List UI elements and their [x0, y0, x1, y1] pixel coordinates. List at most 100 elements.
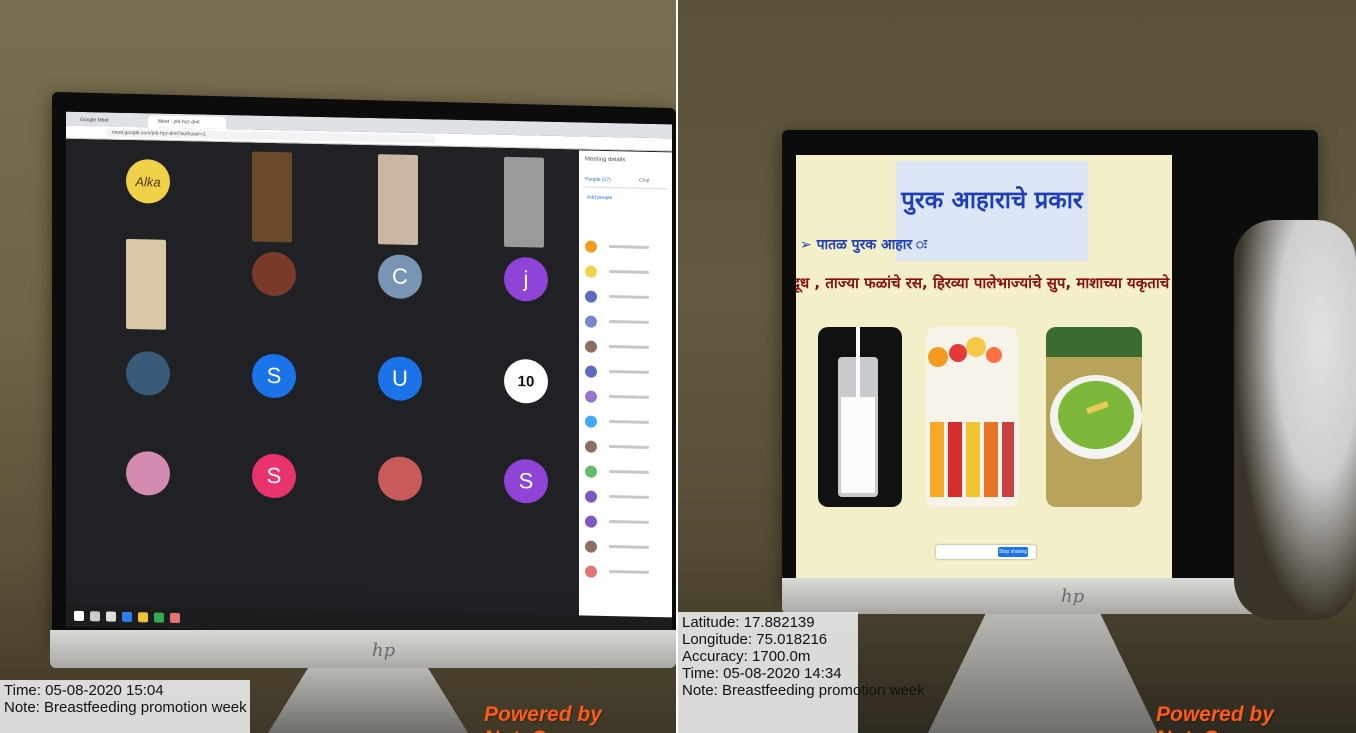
participant-tile[interactable]	[504, 156, 544, 248]
tab-chat[interactable]: Chat	[639, 178, 650, 184]
left-monitor-chin	[50, 630, 676, 668]
file-explorer-icon[interactable]	[138, 612, 148, 623]
left-photo: Google Meet Meet - jnb-hyz-dmt meet.goog…	[0, 0, 676, 733]
participant-tile[interactable]: S	[252, 453, 296, 499]
avatar	[585, 340, 597, 353]
monitor-stand-right	[928, 614, 1158, 733]
accuracy-text: Accuracy: 1700.0m	[682, 648, 811, 665]
avatar	[585, 240, 597, 253]
participant-tile[interactable]: U	[378, 356, 422, 402]
participant-name	[609, 395, 649, 399]
participant-name	[609, 445, 649, 449]
presentation-slide: पुरक आहाराचे प्रकार ➢ पातळ पुरक आहार ः द…	[796, 155, 1172, 585]
participant-name	[609, 520, 649, 524]
participant-name	[609, 570, 649, 574]
participant-tile[interactable]	[378, 154, 418, 246]
people-list-item[interactable]	[585, 239, 669, 259]
avatar	[585, 515, 597, 528]
panel-tabs: People (17) Chat	[583, 176, 668, 190]
start-icon[interactable]	[74, 610, 84, 622]
participant-name	[609, 420, 649, 424]
notecam-location-box: Latitude: 17.882139 Longitude: 75.018216…	[678, 612, 925, 733]
people-list-item[interactable]	[585, 414, 669, 434]
stop-sharing-button[interactable]: Stop sharing	[998, 547, 1028, 557]
participant-name	[609, 370, 649, 374]
search-icon[interactable]	[90, 611, 100, 622]
participant-name	[609, 545, 649, 549]
participant-name	[609, 470, 649, 474]
participant-tile[interactable]: C	[378, 254, 422, 300]
slide-title: पुरक आहाराचे प्रकार	[901, 186, 1083, 214]
screen-share-bar: Stop sharing	[936, 545, 1036, 559]
green-soup-image	[1046, 327, 1142, 507]
participant-tile[interactable]	[126, 350, 170, 396]
people-list-item[interactable]	[585, 314, 669, 334]
tab-people[interactable]: People (17)	[585, 177, 611, 184]
avatar	[585, 540, 597, 553]
avatar	[585, 390, 597, 403]
latitude-text: Latitude: 17.882139	[682, 614, 815, 631]
avatar	[585, 490, 597, 503]
avatar	[585, 365, 597, 378]
people-list-item[interactable]	[585, 439, 669, 459]
chrome-icon[interactable]	[154, 612, 164, 623]
note-text-right: Note: Breastfeeding promotion week	[682, 682, 925, 699]
avatar	[585, 290, 597, 303]
stuffed-toy	[1234, 220, 1356, 620]
people-list-item[interactable]	[585, 489, 669, 509]
monitor-stand	[268, 668, 468, 733]
participant-name	[609, 320, 649, 324]
note-text: Note: Breastfeeding promotion week	[4, 699, 247, 716]
people-list-item[interactable]	[585, 389, 669, 409]
edge-icon[interactable]	[122, 611, 132, 623]
add-people-button[interactable]: Add people	[587, 195, 612, 202]
people-list-item[interactable]	[585, 539, 669, 559]
participant-tile[interactable]	[252, 151, 292, 243]
participant-tile[interactable]: Alka	[126, 158, 170, 204]
participant-tile[interactable]: 10	[504, 358, 548, 404]
app-icon[interactable]	[170, 612, 180, 624]
people-list-item[interactable]	[585, 364, 669, 384]
notecam-watermark: Powered by NoteCam	[484, 703, 602, 733]
avatar	[585, 440, 597, 453]
timestamp-text-right: Time: 05-08-2020 14:34	[682, 665, 842, 682]
people-list-item[interactable]	[585, 339, 669, 359]
hp-logo-right: hp	[1061, 586, 1085, 607]
notecam-info-box: Time: 05-08-2020 15:04 Note: Breastfeedi…	[0, 680, 250, 733]
right-photo: पुरक आहाराचे प्रकार ➢ पातळ पुरक आहार ः द…	[678, 0, 1356, 733]
participant-tile[interactable]	[126, 238, 166, 330]
people-list-item[interactable]	[585, 289, 669, 309]
participant-tile[interactable]	[252, 251, 296, 297]
participant-name	[609, 495, 649, 499]
hp-logo: hp	[372, 640, 396, 661]
longitude-text: Longitude: 75.018216	[682, 631, 828, 648]
meet-screen: Google Meet Meet - jnb-hyz-dmt meet.goog…	[66, 111, 672, 640]
avatar	[585, 565, 597, 578]
panel-title: Meeting details	[585, 156, 626, 164]
participant-name	[609, 345, 649, 349]
timestamp-text: Time: 05-08-2020 15:04	[4, 682, 164, 699]
participant-name	[609, 295, 649, 299]
slide-food-list: दूध , ताज्या फळांचे रस, हिरव्या पालेभाज्…	[796, 274, 1172, 292]
avatar	[585, 315, 597, 328]
milk-glass-image	[818, 327, 902, 507]
fruit-juice-image	[926, 327, 1018, 507]
participant-tile[interactable]: S	[504, 458, 548, 504]
people-list-item[interactable]	[585, 264, 669, 284]
slide-subtitle: ➢ पातळ पुरक आहार ः	[800, 237, 927, 253]
participant-name	[609, 245, 649, 249]
participant-tile[interactable]	[126, 450, 170, 496]
people-list-item[interactable]	[585, 514, 669, 534]
task-view-icon[interactable]	[106, 611, 116, 622]
participant-tile[interactable]: j	[504, 256, 548, 302]
participant-grid: Alka Cj S U 10 S S	[66, 139, 579, 591]
participant-name	[609, 270, 649, 274]
avatar	[585, 265, 597, 278]
participant-tile[interactable]	[378, 456, 422, 502]
people-list-item[interactable]	[585, 564, 669, 584]
avatar	[585, 415, 597, 428]
meeting-details-panel: Meeting details People (17) Chat Add peo…	[579, 150, 672, 640]
notecam-watermark-right: Powered by NoteCam	[1156, 703, 1274, 733]
participant-tile[interactable]: S	[252, 353, 296, 399]
people-list-item[interactable]	[585, 464, 669, 484]
